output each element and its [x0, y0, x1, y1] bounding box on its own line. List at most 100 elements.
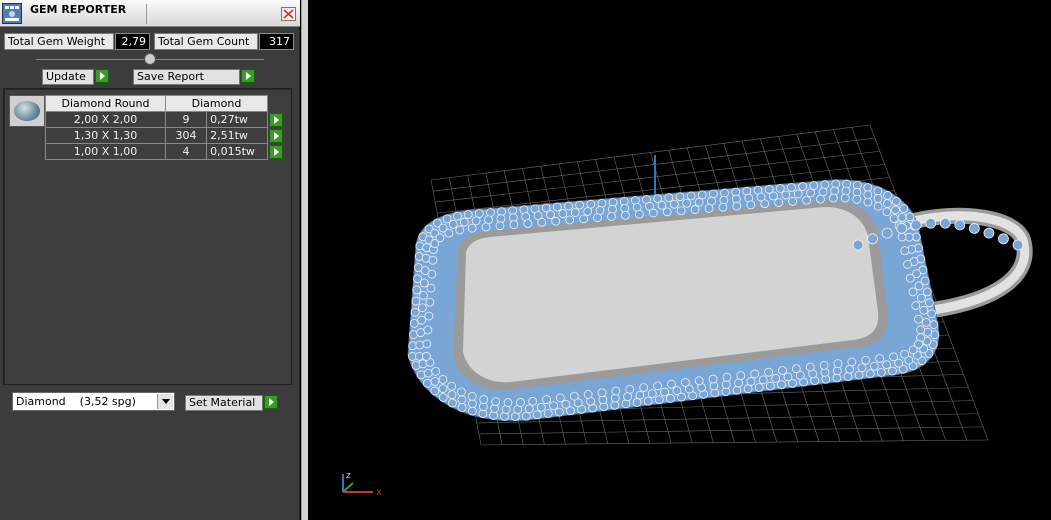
gem-stone	[417, 315, 426, 325]
gem-stone	[922, 287, 932, 297]
gem-stone	[410, 307, 420, 317]
update-go-icon[interactable]	[95, 69, 109, 83]
gem-size: 1,00 X 1,00	[45, 143, 166, 160]
gem-stone	[929, 320, 939, 329]
gem-stone	[798, 182, 807, 191]
table-row: 2,00 X 2,00 9 0,27tw	[45, 111, 285, 128]
material-dropdown[interactable]: Diamond (3,52 spg)	[12, 392, 175, 411]
gem-stone	[889, 214, 899, 223]
gem-stone	[882, 199, 892, 208]
gem-stone	[732, 385, 742, 395]
gem-stone	[806, 188, 816, 198]
viewport-scene[interactable]: z x	[308, 0, 1051, 520]
3d-viewport[interactable]: z x	[308, 0, 1051, 520]
gem-stone	[919, 305, 929, 315]
gem-stone	[863, 190, 873, 200]
gem-stone	[690, 205, 700, 214]
gem-stone	[852, 194, 862, 204]
row-go-icon[interactable]	[269, 112, 283, 127]
gem-stone	[634, 209, 644, 219]
gem-stone	[746, 377, 756, 386]
gem-stone	[891, 205, 900, 215]
gem-stone	[653, 381, 662, 391]
gem-stone	[607, 212, 616, 221]
gem-stone	[863, 197, 873, 207]
gem-stone	[418, 303, 427, 313]
save-report-go-icon[interactable]	[241, 69, 255, 83]
gem-stone	[809, 181, 819, 191]
gem-stone	[509, 220, 519, 230]
gem-stone	[524, 404, 534, 414]
gem-stone	[484, 215, 493, 225]
gem-stone	[983, 227, 995, 239]
row-go-icon[interactable]	[269, 144, 283, 159]
gem-stone	[521, 411, 531, 421]
gem-stone	[828, 193, 838, 203]
gem-stone	[760, 199, 770, 209]
gem-stone	[608, 205, 617, 214]
gem-stone	[428, 255, 438, 265]
gem-stone	[910, 219, 922, 231]
gem-stone	[736, 371, 746, 381]
gem-stone	[570, 208, 580, 217]
z-axis-label: z	[346, 471, 351, 481]
diamond-round-thumbnail[interactable]	[9, 95, 45, 127]
gem-stone	[732, 201, 742, 211]
gem-stone	[861, 355, 871, 365]
gem-stone	[654, 395, 664, 405]
gem-stone	[830, 186, 840, 196]
gem-stone	[816, 194, 825, 204]
gem-count: 304	[164, 127, 208, 144]
row-go-icon[interactable]	[269, 128, 283, 143]
gem-stone	[791, 364, 801, 374]
gem-stone	[586, 199, 596, 209]
gem-stone	[435, 233, 445, 243]
gem-stone	[968, 222, 980, 234]
gem-stone	[889, 352, 898, 362]
table-row: 1,00 X 1,00 4 0,015tw	[45, 143, 285, 160]
header-diamond: Diamond	[165, 95, 268, 112]
gem-stone	[680, 378, 690, 387]
panel-splitter[interactable]	[301, 0, 308, 520]
gem-stone	[718, 202, 728, 212]
gem-stone	[722, 372, 732, 382]
gem-stone	[431, 367, 441, 376]
gem-stone	[516, 398, 525, 407]
close-button[interactable]	[281, 7, 296, 21]
gem-stone	[491, 397, 501, 407]
gem-stone	[486, 208, 495, 217]
gem-stone	[881, 227, 893, 239]
gem-stone	[863, 183, 873, 192]
gem-stone	[657, 200, 667, 210]
gem-stone	[905, 212, 915, 222]
chevron-down-icon[interactable]	[157, 394, 173, 409]
grid-line	[480, 439, 989, 446]
gem-stone	[583, 207, 593, 216]
gem-reporter-panel: GEM REPORTER Total Gem Weight 2,79 Total…	[0, 0, 300, 520]
gem-stone	[686, 191, 696, 201]
gem-stone	[694, 376, 704, 386]
gem-stone	[665, 394, 675, 403]
set-material-button[interactable]: Set Material	[185, 395, 263, 411]
gem-stone	[694, 197, 704, 207]
gem-stone	[419, 278, 429, 288]
gem-stone	[765, 381, 775, 391]
gem-table: Diamond Round Diamond 2,00 X 2,00 9 0,27…	[45, 95, 285, 160]
gem-stone	[925, 298, 934, 308]
gem-stone	[635, 390, 645, 400]
set-material-go-icon[interactable]	[264, 395, 278, 409]
gem-stone	[778, 366, 787, 375]
panel-slider-handle[interactable]	[144, 53, 156, 65]
title-bar[interactable]: GEM REPORTER	[0, 0, 300, 27]
gem-stone	[854, 370, 864, 380]
gem-stone	[423, 368, 433, 378]
gem-reporter-icon	[2, 3, 22, 24]
gem-stone	[430, 386, 440, 396]
update-button[interactable]: Update	[42, 69, 94, 85]
gem-stone	[883, 191, 892, 200]
save-report-button[interactable]: Save Report	[133, 69, 240, 85]
gem-stone	[412, 285, 422, 295]
gem-stone	[882, 207, 892, 217]
grid-line	[478, 426, 984, 435]
gem-stone	[416, 328, 426, 337]
